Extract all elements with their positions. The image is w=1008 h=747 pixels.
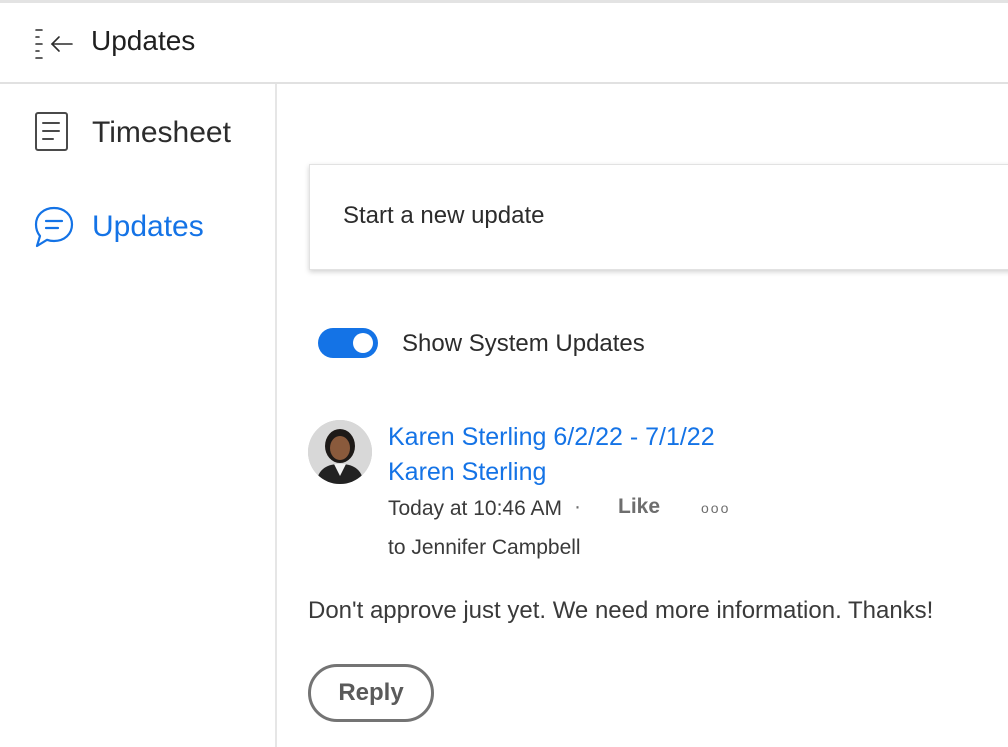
document-icon	[32, 110, 72, 154]
sidebar-item-label: Timesheet	[92, 116, 231, 149]
post-title-link[interactable]: Karen Sterling 6/2/22 - 7/1/22	[388, 423, 715, 452]
sidebar-item-label: Updates	[92, 210, 204, 243]
post-recipient: to Jennifer Campbell	[388, 536, 581, 559]
collapse-sidebar-icon[interactable]	[32, 27, 76, 63]
post-body: Don't approve just yet. We need more inf…	[308, 597, 934, 624]
page-header: Updates	[0, 3, 1008, 84]
new-update-placeholder: Start a new update	[343, 202, 545, 229]
toggle-label: Show System Updates	[402, 330, 645, 357]
show-system-updates-toggle[interactable]	[318, 328, 378, 358]
post-timestamp: Today at 10:46 AM	[388, 497, 562, 520]
post-author-link[interactable]: Karen Sterling	[388, 458, 546, 487]
more-options-icon[interactable]: ooo	[701, 490, 730, 516]
like-button[interactable]: Like	[618, 495, 660, 519]
reply-button[interactable]: Reply	[308, 664, 434, 722]
sidebar-item-timesheet[interactable]: Timesheet	[0, 102, 275, 172]
avatar[interactable]	[308, 420, 372, 484]
separator-dot: ·	[574, 495, 581, 518]
sidebar-item-updates[interactable]: Updates	[0, 196, 275, 266]
main-content: Start a new update Show System Updates K…	[277, 84, 1008, 747]
page-title: Updates	[91, 25, 196, 56]
chat-bubble-icon	[32, 204, 74, 248]
toggle-knob	[353, 333, 373, 353]
new-update-input[interactable]: Start a new update	[309, 164, 1008, 270]
sidebar: Timesheet Updates	[0, 84, 277, 747]
